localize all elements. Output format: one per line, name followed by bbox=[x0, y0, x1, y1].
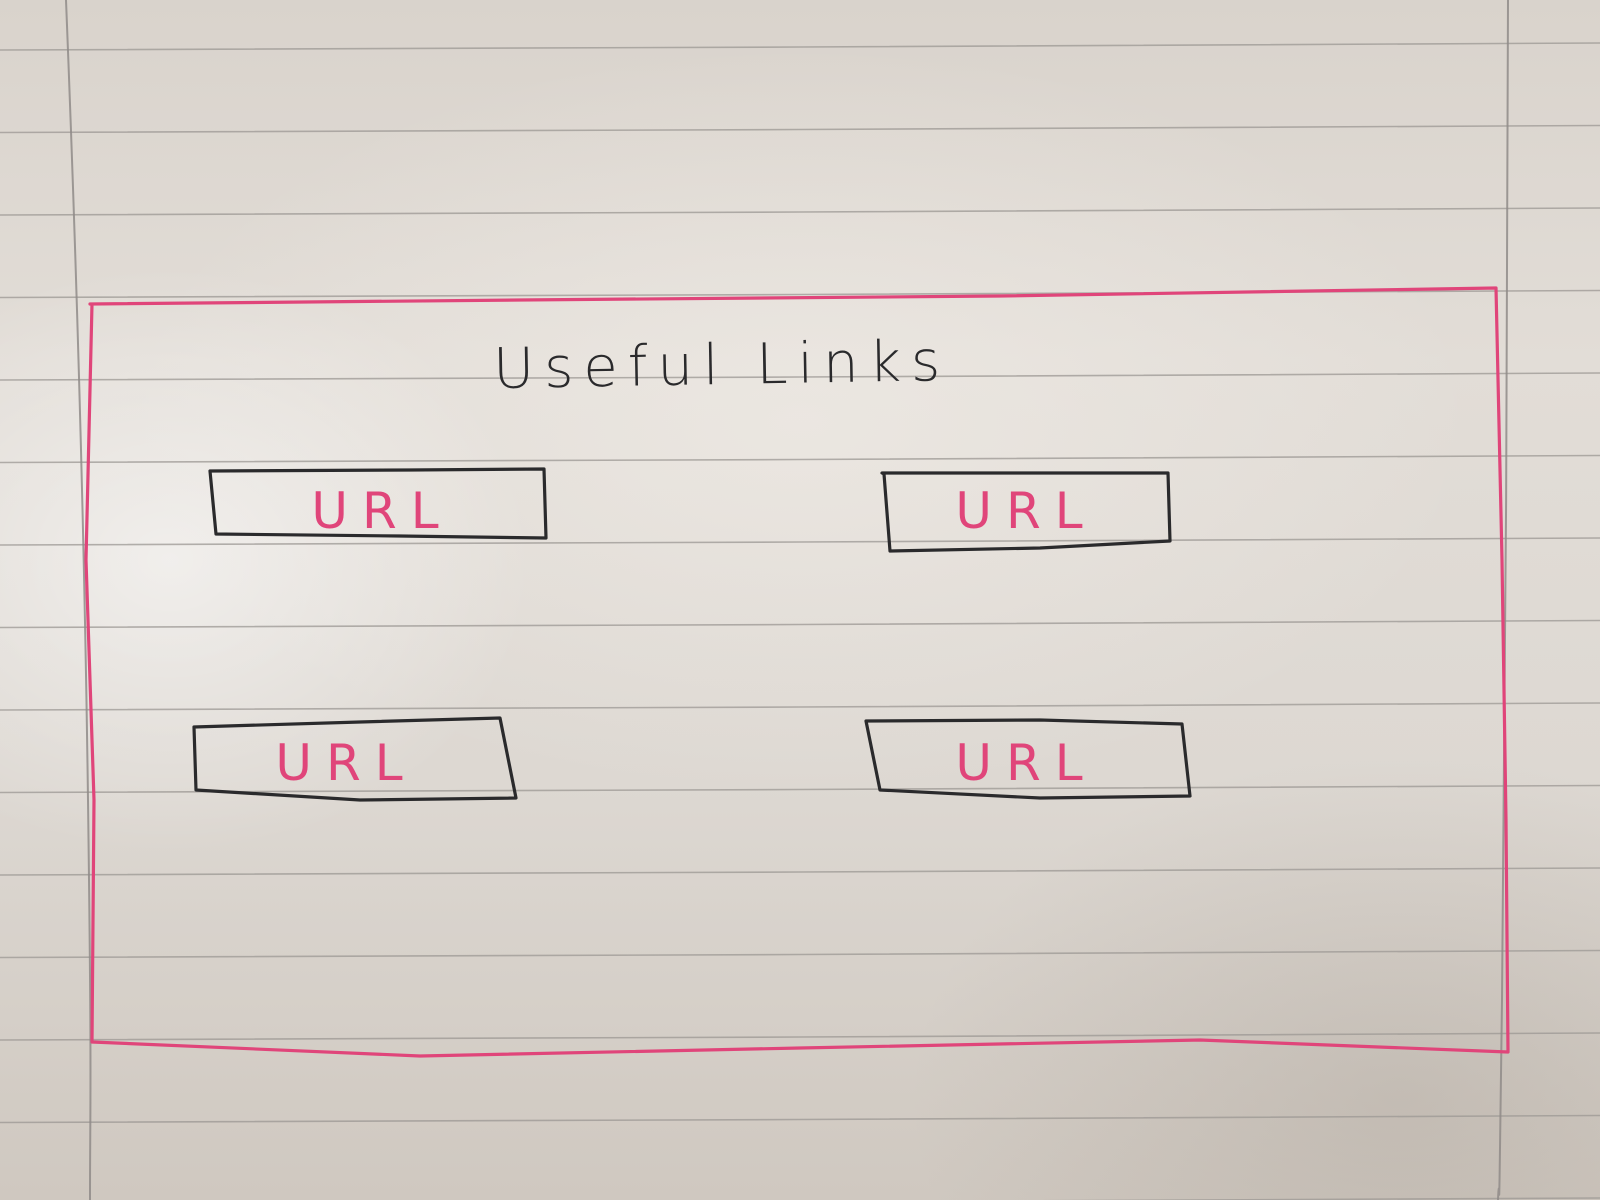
ruled-lines bbox=[0, 42, 1600, 1200]
page-frame bbox=[84, 286, 1510, 1058]
rule-line bbox=[0, 42, 1600, 51]
rule-line bbox=[0, 124, 1600, 134]
rule-line bbox=[0, 207, 1600, 216]
link-button-top-left[interactable]: URL bbox=[208, 467, 548, 540]
link-button-bottom-left[interactable]: URL bbox=[192, 716, 518, 802]
rule-line bbox=[0, 619, 1600, 629]
link-button-bottom-right[interactable]: URL bbox=[864, 718, 1192, 800]
wireframe-sketch: Useful Links URL URL URL URL bbox=[0, 0, 1600, 1200]
rule-line bbox=[0, 537, 1600, 546]
rule-line bbox=[0, 1114, 1600, 1124]
rule-line bbox=[0, 949, 1600, 959]
rule-line bbox=[0, 867, 1600, 876]
rule-line bbox=[0, 1032, 1600, 1041]
page-title: Useful Links bbox=[493, 329, 951, 402]
link-label: URL bbox=[955, 734, 1096, 792]
rule-line bbox=[0, 454, 1600, 464]
link-label: URL bbox=[275, 734, 416, 792]
link-label: URL bbox=[311, 482, 452, 540]
link-button-top-right[interactable]: URL bbox=[880, 471, 1172, 553]
link-label: URL bbox=[955, 482, 1096, 540]
rule-line bbox=[0, 702, 1600, 711]
